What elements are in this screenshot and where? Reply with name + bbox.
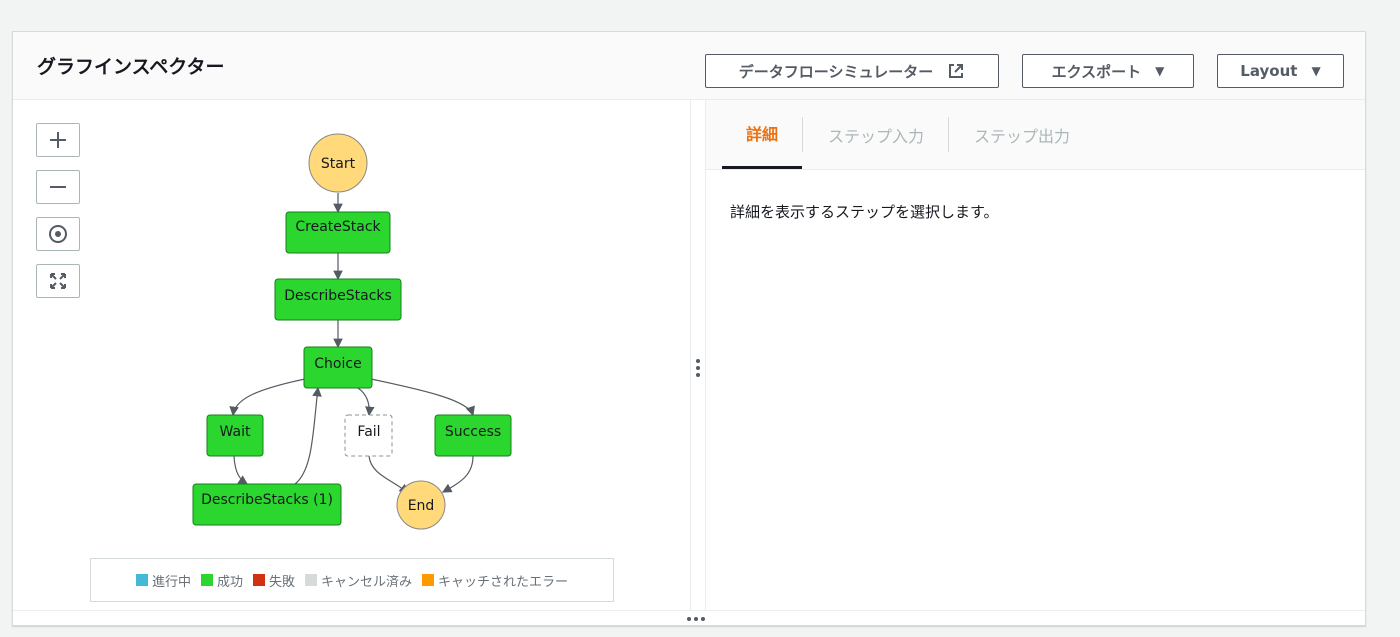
tab-step-output[interactable]: ステップ出力 [952,100,1092,169]
legend-item: キャンセル済み [305,571,412,590]
tab-separator [802,117,803,152]
node-success-label: Success [445,424,501,440]
node-describe-stacks-label: DescribeStacks [284,288,392,304]
drag-handle-icon [687,617,705,621]
legend-label: キャッチされたエラー [438,574,569,590]
graph-inspector-panel: グラフインスペクター データフローシミュレーター エクスポート ▼ Layout… [12,31,1366,626]
tab-separator [948,117,949,152]
vertical-resize-handle[interactable] [690,100,706,610]
state-machine-graph: Start CreateStack DescribeStacks Choice … [192,133,512,530]
legend-item: 成功 [200,571,243,590]
tab-step-input[interactable]: ステップ入力 [806,100,946,169]
panel-title: グラフインスペクター [37,56,225,78]
legend-swatch [252,574,265,586]
node-start-label: Start [321,156,356,172]
legend-swatch [135,574,148,586]
node-wait-label: Wait [220,424,251,440]
drag-handle-icon [696,359,700,377]
node-fail-label: Fail [357,424,380,440]
graph-canvas[interactable]: Start CreateStack DescribeStacks Choice … [13,100,690,610]
legend-label: キャンセル済み [321,574,413,590]
legend-item: 失敗 [252,571,295,590]
node-describe-stacks-1-label: DescribeStacks (1) [201,492,333,508]
legend-swatch [305,574,317,586]
node-create-stack-label: CreateStack [295,219,381,235]
legend-swatch [422,574,435,586]
legend-label: 成功 [216,574,243,590]
data-flow-simulator-button[interactable]: データフローシミュレーター [705,54,999,88]
tab-details[interactable]: 詳細 [722,100,802,169]
status-legend: 進行中 成功 失敗 キャンセル済み キャッチされたエラー [90,558,614,602]
layout-button[interactable]: Layout ▼ [1217,54,1344,88]
node-fail[interactable]: Fail [344,414,393,457]
node-describe-stacks-1[interactable]: DescribeStacks (1) [192,483,342,526]
details-panel: 詳細 ステップ入力 ステップ出力 詳細を表示するステップを選択します。 [706,100,1365,610]
details-tabs: 詳細 ステップ入力 ステップ出力 [706,100,1365,170]
panel-header: グラフインスペクター データフローシミュレーター エクスポート ▼ Layout… [13,32,1365,100]
node-choice-label: Choice [314,356,361,372]
layout-label: Layout [1240,62,1298,80]
node-create-stack[interactable]: CreateStack [285,211,391,254]
legend-item: 進行中 [135,571,191,590]
export-label: エクスポート [1051,62,1142,81]
export-button[interactable]: エクスポート ▼ [1022,54,1194,88]
empty-state-message: 詳細を表示するステップを選択します。 [730,203,999,221]
legend-item: キャッチされたエラー [422,571,568,590]
node-describe-stacks[interactable]: DescribeStacks [274,278,402,321]
node-success[interactable]: Success [434,414,512,457]
node-choice[interactable]: Choice [303,346,373,389]
external-link-icon [947,62,965,80]
node-wait[interactable]: Wait [206,414,264,457]
caret-down-icon: ▼ [1155,64,1165,78]
legend-swatch [200,574,213,586]
legend-label: 進行中 [151,574,191,590]
node-end[interactable]: End [396,480,446,530]
data-flow-simulator-label: データフローシミュレーター [738,62,934,81]
legend-label: 失敗 [268,574,295,590]
horizontal-resize-handle[interactable] [13,610,1365,626]
node-start[interactable]: Start [308,133,368,193]
caret-down-icon: ▼ [1311,64,1321,78]
node-end-label: End [408,498,435,514]
